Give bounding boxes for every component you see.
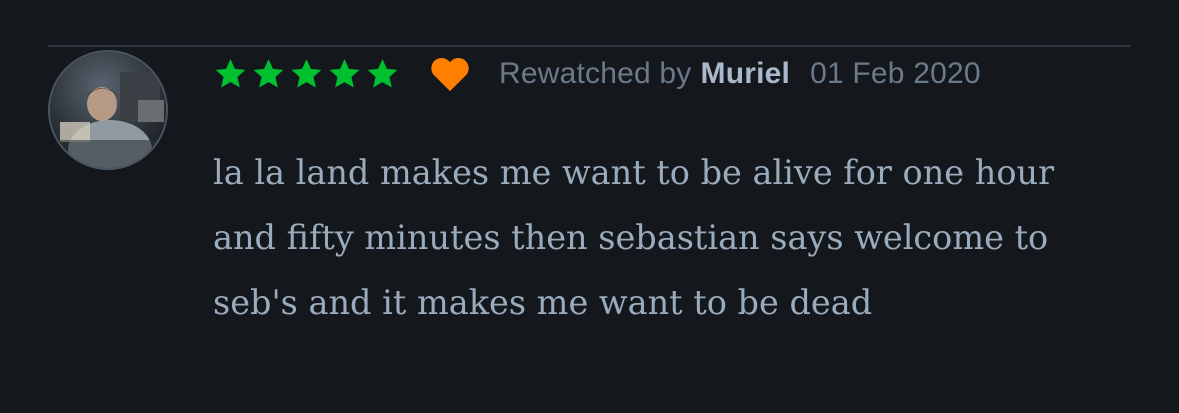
star-icon	[329, 59, 360, 88]
review-date[interactable]: 01 Feb 2020	[810, 57, 981, 90]
star-icon	[291, 59, 322, 88]
avatar-photo	[50, 52, 166, 168]
review-meta: Rewatched by Muriel 01 Feb 2020	[213, 52, 981, 96]
user-avatar[interactable]	[48, 50, 168, 170]
star-icon	[253, 59, 284, 88]
star-rating	[213, 57, 403, 91]
activity-label: Rewatched by	[499, 57, 692, 90]
star-icon	[215, 59, 246, 88]
username-link[interactable]: Muriel	[701, 57, 791, 90]
review-text: la la land makes me want to be alive for…	[213, 153, 1055, 322]
heart-icon	[431, 57, 469, 92]
star-icon	[367, 59, 398, 88]
section-divider	[48, 45, 1131, 47]
activity-line: Rewatched by Muriel 01 Feb 2020	[499, 57, 981, 91]
